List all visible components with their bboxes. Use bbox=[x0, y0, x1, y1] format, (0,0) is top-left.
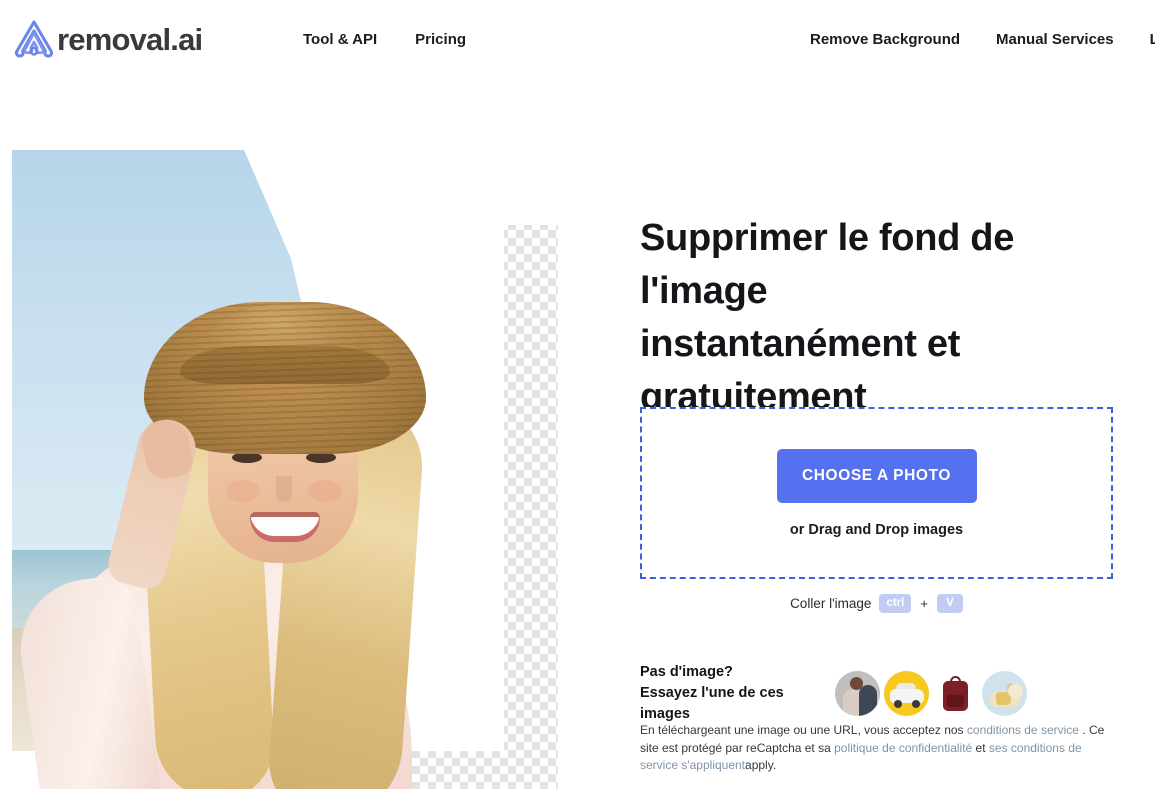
sample-thumb-car[interactable] bbox=[884, 671, 929, 716]
subject-nose bbox=[276, 476, 292, 502]
legal-text-part1: En téléchargeant une image ou une URL, v… bbox=[640, 723, 967, 737]
sample-thumb-backpack[interactable] bbox=[933, 671, 978, 716]
legal-disclaimer: En téléchargeant une image ou une URL, v… bbox=[640, 722, 1112, 775]
person-head-shape bbox=[850, 677, 863, 690]
sample-thumb-dog[interactable] bbox=[982, 671, 1027, 716]
car-wheel-rear bbox=[912, 700, 920, 708]
paste-image-hint: Coller l'image ctrl + V bbox=[640, 594, 1113, 613]
primary-nav-left: Tool & API Pricing bbox=[303, 30, 466, 49]
sample-images-label: Pas d'image? Essayez l'une de ces images bbox=[640, 662, 835, 725]
file-dropzone[interactable]: CHOOSE A PHOTO or Drag and Drop images bbox=[640, 407, 1113, 579]
photo-subject bbox=[12, 150, 504, 789]
choose-a-photo-button[interactable]: CHOOSE A PHOTO bbox=[776, 448, 977, 503]
sample-images-section: Pas d'image? Essayez l'une de ces images bbox=[640, 662, 1027, 725]
nav-pricing[interactable]: Pricing bbox=[415, 30, 466, 49]
key-ctrl: ctrl bbox=[879, 594, 912, 613]
key-separator: + bbox=[920, 596, 928, 611]
sample-images-line1: Pas d'image? bbox=[640, 664, 733, 680]
page-title: Supprimer le fond de l'image instantaném… bbox=[640, 217, 1015, 418]
removal-ai-logo-icon bbox=[12, 18, 56, 60]
subject-cheek-right bbox=[308, 480, 342, 502]
upload-panel: Supprimer le fond de l'image instantaném… bbox=[640, 150, 1140, 772]
nav-remove-background[interactable]: Remove Background bbox=[810, 30, 960, 49]
legal-text-part4: apply. bbox=[745, 758, 777, 772]
legal-text-part3: et bbox=[972, 740, 989, 755]
sample-thumbnails bbox=[835, 671, 1027, 716]
subject-mouth bbox=[250, 512, 320, 542]
paste-label: Coller l'image bbox=[790, 596, 872, 611]
sample-thumb-person[interactable] bbox=[835, 671, 880, 716]
hero-preview-image bbox=[12, 150, 558, 789]
subject-hat-band bbox=[180, 346, 390, 384]
person-body-shape-2 bbox=[859, 685, 877, 716]
privacy-policy-link[interactable]: politique de confidentialité bbox=[834, 741, 972, 755]
nav-manual-services[interactable]: Manual Services bbox=[996, 30, 1114, 49]
sample-images-line2: Essayez l'une de ces images bbox=[640, 685, 784, 722]
brand-logo[interactable]: removal.ai bbox=[12, 18, 203, 60]
drag-and-drop-hint: or Drag and Drop images bbox=[789, 521, 964, 538]
nav-login[interactable]: Log bbox=[1150, 30, 1155, 49]
subject-cheek-left bbox=[226, 480, 260, 502]
brand-name: removal.ai bbox=[57, 21, 203, 57]
nav-tool-api[interactable]: Tool & API bbox=[303, 30, 377, 49]
backpack-pocket-shape bbox=[947, 695, 964, 707]
dog-head-shape bbox=[1008, 684, 1023, 698]
car-wheel-front bbox=[894, 700, 902, 708]
site-header: removal.ai Tool & API Pricing Remove Bac… bbox=[0, 0, 1155, 79]
terms-of-service-link[interactable]: conditions de service bbox=[967, 723, 1079, 737]
primary-nav-right: Remove Background Manual Services Log bbox=[810, 30, 1155, 49]
key-v: V bbox=[936, 594, 963, 613]
